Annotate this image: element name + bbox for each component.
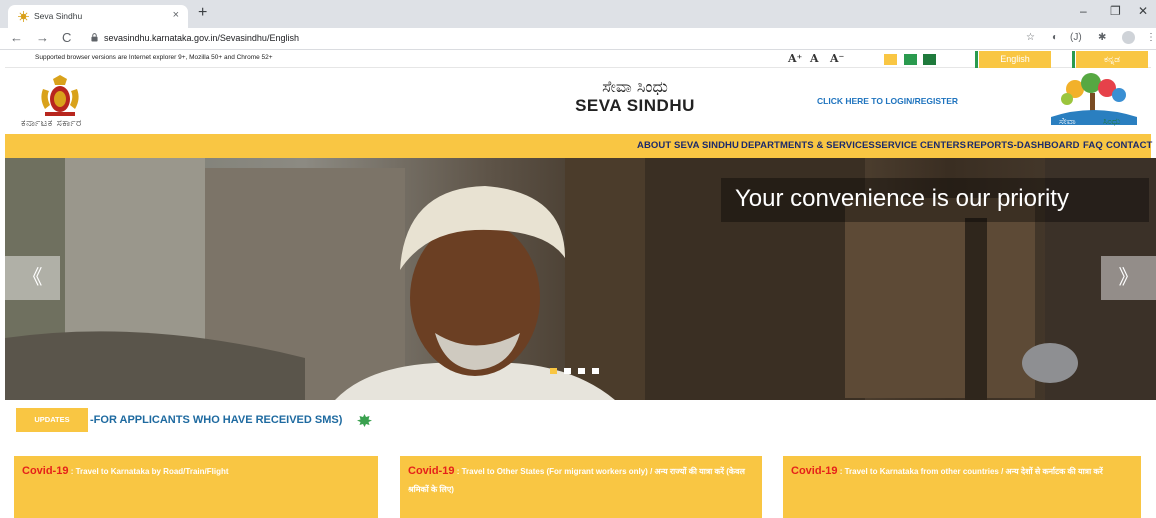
bookmark-star-icon[interactable]: ☆	[1026, 32, 1035, 43]
carousel-dot[interactable]	[550, 368, 557, 374]
theme-yellow-swatch[interactable]	[884, 54, 897, 65]
language-kannada-button[interactable]: ಕನ್ನಡ	[1076, 51, 1148, 68]
carousel-dot[interactable]	[564, 368, 571, 374]
tab-close-icon[interactable]: ×	[173, 9, 179, 21]
menu-contact[interactable]: CONTACT	[1106, 140, 1152, 151]
browser-toolbar: ← → C sevasindhu.karnataka.gov.in/Sevasi…	[0, 28, 1156, 50]
covid-card-other-countries[interactable]: Covid-19 : Travel to Karnataka from othe…	[783, 456, 1141, 518]
menu-faq[interactable]: FAQ	[1083, 140, 1103, 151]
tab-title: Seva Sindhu	[34, 11, 83, 21]
hero-carousel: Your convenience is our priority 《 》	[5, 158, 1156, 400]
back-icon[interactable]: ←	[10, 30, 23, 45]
login-register-link[interactable]: CLICK HERE TO LOGIN/REGISTER	[817, 96, 958, 106]
seva-sindhu-tree-logo[interactable]: ಸೇವಾ ಸಿಂಧು	[1045, 73, 1143, 129]
menu-dots-icon[interactable]: ⋮	[1146, 32, 1156, 43]
banner-caption: Your convenience is our priority	[735, 185, 1069, 212]
minimize-icon[interactable]: –	[1080, 4, 1087, 18]
carousel-dot[interactable]	[578, 368, 585, 374]
government-label: ಕರ್ನಾಟಕ ಸರ್ಕಾರ	[21, 118, 82, 129]
banner-caption-box: Your convenience is our priority	[721, 178, 1149, 222]
updates-marquee-text[interactable]: -FOR APPLICANTS WHO HAVE RECEIVED SMS)	[90, 414, 342, 426]
menu-about[interactable]: ABOUT SEVA SINDHU	[637, 140, 739, 151]
menu-service-centers[interactable]: SERVICE CENTERS	[875, 140, 966, 151]
address-bar[interactable]: sevasindhu.karnataka.gov.in/Sevasindhu/E…	[86, 30, 1016, 47]
browser-support-notice: Supported browser versions are Internet …	[35, 54, 273, 61]
card-text: : Travel to Karnataka from other countri…	[837, 467, 1103, 476]
card-lead: Covid-19	[408, 465, 455, 477]
forward-icon[interactable]: →	[36, 30, 49, 45]
carousel-indicators	[550, 361, 606, 379]
card-text: : Travel to Karnataka by Road/Train/Flig…	[68, 467, 229, 476]
accessibility-strip: Supported browser versions are Internet …	[5, 51, 1151, 68]
new-badge-icon	[357, 414, 372, 427]
main-menu: ABOUT SEVA SINDHU DEPARTMENTS & SERVICES…	[5, 134, 1152, 158]
site-header: ಕರ್ನಾಟಕ ಸರ್ಕಾರ ಸೇವಾ ಸಿಂಧು SEVA SINDHU CL…	[5, 69, 1151, 133]
menu-reports-dashboard[interactable]: REPORTS-DASHBOARD	[967, 140, 1080, 151]
carousel-dot[interactable]	[592, 368, 599, 374]
reload-icon[interactable]: C	[62, 30, 71, 45]
profile-avatar[interactable]	[1122, 31, 1135, 44]
extension-icon[interactable]: ◐	[1052, 32, 1058, 43]
extension-badge[interactable]: (J)	[1070, 32, 1082, 43]
card-lead: Covid-19	[22, 465, 69, 477]
theme-green-swatch[interactable]	[904, 54, 917, 65]
browser-tab[interactable]: Seva Sindhu ×	[8, 5, 188, 28]
logo-text-seva: ಸೇವಾ	[1059, 117, 1076, 127]
lock-icon	[91, 33, 98, 42]
covid-card-road-train-flight[interactable]: Covid-19 : Travel to Karnataka by Road/T…	[14, 456, 378, 518]
brand-name-kannada: ಸೇವಾ ಸಿಂಧು	[602, 77, 668, 96]
new-tab-button[interactable]: +	[198, 4, 207, 22]
restore-icon[interactable]: ❐	[1110, 4, 1121, 18]
menu-departments-services[interactable]: DEPARTMENTS & SERVICES	[741, 140, 875, 151]
theme-darkgreen-swatch[interactable]	[923, 54, 936, 65]
lang-divider	[975, 51, 978, 68]
karnataka-emblem-icon[interactable]	[35, 75, 85, 119]
logo-text-sindhu: ಸಿಂಧು	[1103, 117, 1121, 127]
browser-tabstrip: Seva Sindhu × + – ❐ ✕	[0, 0, 1156, 28]
font-increase-button[interactable]: A⁺	[788, 52, 802, 65]
updates-badge: UPDATES	[16, 408, 88, 432]
lang-divider	[1072, 51, 1075, 68]
card-text: : Travel to Other States (For migrant wo…	[408, 467, 745, 494]
site-favicon-icon	[18, 11, 29, 22]
covid-card-other-states[interactable]: Covid-19 : Travel to Other States (For m…	[400, 456, 762, 518]
card-lead: Covid-19	[791, 465, 838, 477]
url-text: sevasindhu.karnataka.gov.in/Sevasindhu/E…	[104, 33, 299, 43]
language-english-button[interactable]: English	[979, 51, 1051, 68]
brand-name-english: SEVA SINDHU	[575, 96, 695, 115]
font-reset-button[interactable]: A	[810, 52, 819, 65]
puzzle-icon[interactable]: ✱	[1098, 32, 1106, 43]
carousel-prev-button[interactable]: 《	[5, 256, 60, 300]
font-decrease-button[interactable]: A⁻	[830, 52, 844, 65]
close-window-icon[interactable]: ✕	[1138, 4, 1148, 18]
carousel-next-button[interactable]: 》	[1101, 256, 1156, 300]
